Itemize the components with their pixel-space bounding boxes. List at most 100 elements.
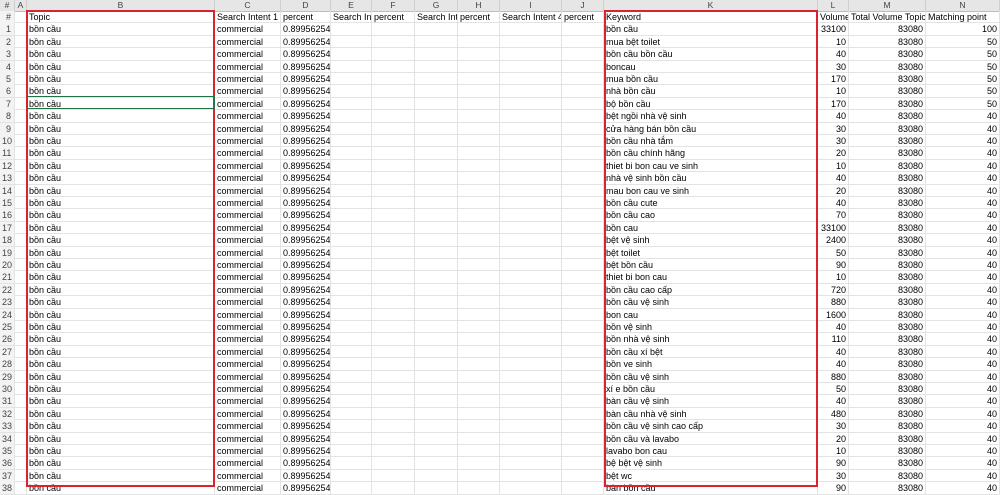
empty-cell[interactable]	[331, 469, 372, 482]
total-volume-cell[interactable]: 83080	[849, 296, 926, 309]
total-volume-cell[interactable]: 83080	[849, 469, 926, 482]
row-number[interactable]: 6	[0, 85, 15, 98]
empty-cell[interactable]	[458, 184, 500, 197]
empty-cell[interactable]	[415, 457, 458, 470]
search-intent-cell[interactable]: commercial	[215, 23, 281, 36]
empty-cell[interactable]	[415, 383, 458, 395]
keyword-cell[interactable]: bồn vệ sinh	[604, 321, 818, 333]
empty-cell[interactable]	[415, 296, 458, 309]
empty-cell[interactable]	[372, 271, 415, 284]
empty-cell[interactable]	[562, 469, 604, 482]
row-number[interactable]: 5	[0, 73, 15, 85]
percent-cell[interactable]: 0.89956254	[281, 407, 331, 420]
matching-point-cell[interactable]: 40	[926, 383, 1000, 395]
empty-cell[interactable]	[415, 283, 458, 296]
topic-cell[interactable]: bồn cầu	[27, 197, 215, 209]
empty-cell[interactable]	[331, 172, 372, 185]
topic-cell[interactable]: bồn cầu	[27, 147, 215, 160]
empty-cell[interactable]	[562, 110, 604, 123]
percent-cell[interactable]: 0.89956254	[281, 333, 331, 346]
cell-a[interactable]	[15, 457, 27, 470]
matching-point-cell[interactable]: 40	[926, 345, 1000, 358]
empty-cell[interactable]	[331, 209, 372, 222]
topic-cell[interactable]: bồn cầu	[27, 221, 215, 234]
row-number[interactable]: 26	[0, 333, 15, 346]
empty-cell[interactable]	[562, 407, 604, 420]
percent-cell[interactable]: 0.89956254	[281, 135, 331, 147]
percent-cell[interactable]: 0.89956254	[281, 234, 331, 247]
empty-cell[interactable]	[331, 432, 372, 445]
empty-cell[interactable]	[415, 370, 458, 383]
empty-cell[interactable]	[562, 234, 604, 247]
empty-cell[interactable]	[331, 296, 372, 309]
topic-cell[interactable]: bồn cầu	[27, 321, 215, 333]
keyword-cell[interactable]: bệt bồn cầu	[604, 259, 818, 271]
empty-cell[interactable]	[415, 432, 458, 445]
empty-cell[interactable]	[331, 73, 372, 85]
empty-cell[interactable]	[331, 147, 372, 160]
empty-cell[interactable]	[500, 184, 562, 197]
search-intent-cell[interactable]: commercial	[215, 358, 281, 371]
cell-a[interactable]	[15, 321, 27, 333]
topic-cell[interactable]: bồn cầu	[27, 184, 215, 197]
empty-cell[interactable]	[372, 296, 415, 309]
empty-cell[interactable]	[500, 457, 562, 470]
empty-cell[interactable]	[458, 48, 500, 61]
row-number[interactable]: 29	[0, 370, 15, 383]
volume-cell[interactable]: 10	[818, 85, 849, 98]
percent-cell[interactable]: 0.89956254	[281, 184, 331, 197]
matching-point-cell[interactable]: 40	[926, 209, 1000, 222]
empty-cell[interactable]	[372, 85, 415, 98]
keyword-cell[interactable]: bồn cầu cao cấp	[604, 283, 818, 296]
column-letter-b[interactable]: B	[27, 0, 215, 11]
column-letter-g[interactable]: G	[415, 0, 458, 11]
empty-cell[interactable]	[458, 23, 500, 36]
matching-point-cell[interactable]: 40	[926, 197, 1000, 209]
total-volume-cell[interactable]: 83080	[849, 172, 926, 185]
total-volume-cell[interactable]: 83080	[849, 48, 926, 61]
keyword-cell[interactable]: bệt ngồi nhà vệ sinh	[604, 110, 818, 123]
topic-cell[interactable]: bồn cầu	[27, 432, 215, 445]
search-intent-cell[interactable]: commercial	[215, 420, 281, 433]
empty-cell[interactable]	[458, 420, 500, 433]
keyword-cell[interactable]: xí e bồn cầu	[604, 383, 818, 395]
percent-cell[interactable]: 0.89956254	[281, 296, 331, 309]
empty-cell[interactable]	[415, 35, 458, 48]
empty-cell[interactable]	[500, 73, 562, 85]
empty-cell[interactable]	[415, 246, 458, 259]
header-cell[interactable]: Search Intent 4	[500, 11, 562, 23]
empty-cell[interactable]	[500, 23, 562, 36]
search-intent-cell[interactable]: commercial	[215, 221, 281, 234]
topic-cell[interactable]: bồn cầu	[27, 395, 215, 408]
empty-cell[interactable]	[500, 48, 562, 61]
empty-cell[interactable]	[415, 395, 458, 408]
percent-cell[interactable]: 0.89956254	[281, 482, 331, 495]
total-volume-cell[interactable]: 83080	[849, 135, 926, 147]
keyword-cell[interactable]: bồn cầu bồn cầu	[604, 48, 818, 61]
total-volume-cell[interactable]: 83080	[849, 147, 926, 160]
empty-cell[interactable]	[415, 172, 458, 185]
cell-a[interactable]	[15, 283, 27, 296]
empty-cell[interactable]	[458, 35, 500, 48]
volume-cell[interactable]: 30	[818, 135, 849, 147]
empty-cell[interactable]	[562, 48, 604, 61]
cell-a[interactable]	[15, 271, 27, 284]
topic-cell[interactable]: bồn cầu	[27, 209, 215, 222]
volume-cell[interactable]: 170	[818, 73, 849, 85]
keyword-cell[interactable]: bon cau	[604, 308, 818, 321]
row-number[interactable]: 16	[0, 209, 15, 222]
topic-cell[interactable]: bồn cầu	[27, 457, 215, 470]
empty-cell[interactable]	[562, 482, 604, 495]
volume-cell[interactable]: 40	[818, 345, 849, 358]
keyword-cell[interactable]: bồn cầu cao	[604, 209, 818, 222]
empty-cell[interactable]	[500, 259, 562, 271]
keyword-cell[interactable]: bồn cầu nhà tắm	[604, 135, 818, 147]
keyword-cell[interactable]: bộ bồn cầu	[604, 97, 818, 110]
row-number[interactable]: 32	[0, 407, 15, 420]
topic-cell[interactable]: bồn cầu	[27, 370, 215, 383]
header-cell[interactable]: Search Intent 3	[415, 11, 458, 23]
empty-cell[interactable]	[500, 35, 562, 48]
volume-cell[interactable]: 40	[818, 395, 849, 408]
total-volume-cell[interactable]: 83080	[849, 85, 926, 98]
cell-a[interactable]	[15, 97, 27, 110]
